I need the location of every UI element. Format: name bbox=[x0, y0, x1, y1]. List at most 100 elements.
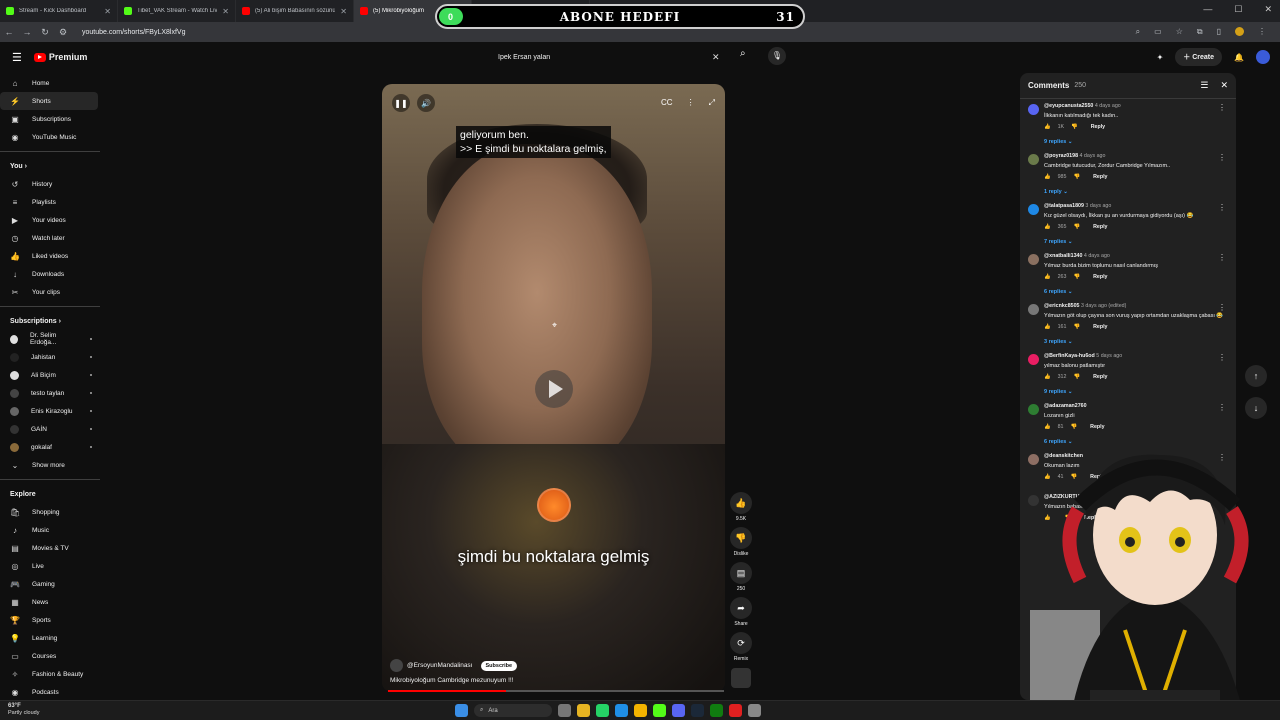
commenter-avatar[interactable] bbox=[1028, 154, 1039, 165]
extension-icon[interactable]: ✦ bbox=[1157, 53, 1164, 62]
search-icon[interactable]: ⌕ bbox=[740, 48, 746, 59]
comment-like-icon[interactable]: 👍 bbox=[1044, 124, 1051, 130]
edge-icon[interactable] bbox=[615, 704, 628, 717]
pause-icon[interactable]: ❚❚ bbox=[392, 94, 410, 112]
view-replies-button[interactable]: 1 reply ⌄ bbox=[1044, 189, 1228, 195]
site-info-icon[interactable]: ⚙ bbox=[54, 27, 72, 38]
comment-dislike-icon[interactable]: 👎 bbox=[1073, 374, 1080, 380]
comment-like-icon[interactable]: 👍 bbox=[1044, 424, 1051, 430]
comment-like-icon[interactable]: 👍 bbox=[1044, 274, 1051, 280]
subscribe-button[interactable]: Subscribe bbox=[480, 660, 518, 671]
reply-button[interactable]: Reply bbox=[1093, 274, 1107, 280]
more-options-icon[interactable]: ⋮ bbox=[687, 98, 695, 108]
subscription-channel[interactable]: testo taylan bbox=[0, 384, 98, 402]
comment-like-icon[interactable]: 👍 bbox=[1044, 174, 1051, 180]
youtube-logo[interactable]: Premium bbox=[33, 52, 87, 62]
view-replies-button[interactable]: 6 replies ⌄ bbox=[1044, 289, 1228, 295]
reload-icon[interactable]: ↻ bbox=[36, 27, 54, 38]
back-icon[interactable]: ← bbox=[0, 27, 18, 37]
browser-tab[interactable]: Tibet_VAK Stream - Watch Live ✕ bbox=[118, 0, 236, 22]
share-icon[interactable]: ➦ bbox=[730, 597, 752, 619]
mic-icon[interactable]: 🎙 bbox=[768, 47, 786, 65]
comment-user[interactable]: @eyupcanusta2550 bbox=[1044, 103, 1093, 109]
view-replies-button[interactable]: 7 replies ⌄ bbox=[1044, 239, 1228, 245]
comment-menu-icon[interactable]: ⋮ bbox=[1218, 203, 1226, 212]
reply-button[interactable]: Reply bbox=[1093, 374, 1107, 380]
reply-button[interactable]: Reply bbox=[1093, 174, 1107, 180]
comment-user[interactable]: @talatpasa1809 bbox=[1044, 203, 1084, 209]
maximize-icon[interactable]: ☐ bbox=[1234, 4, 1242, 15]
browser-menu-icon[interactable]: ⋮ bbox=[1258, 27, 1266, 37]
comment-menu-icon[interactable]: ⋮ bbox=[1218, 253, 1226, 262]
sidebar-item[interactable]: ✧ Fashion & Beauty bbox=[0, 665, 98, 683]
notifications-icon[interactable]: 🔔 bbox=[1234, 53, 1244, 62]
comment-like-icon[interactable]: 👍 bbox=[1044, 224, 1051, 230]
comment-menu-icon[interactable]: ⋮ bbox=[1218, 403, 1226, 412]
sidebar-item[interactable]: ⌂ Home bbox=[0, 74, 98, 92]
sidebar-item[interactable]: ◷ Watch later bbox=[0, 229, 98, 247]
commenter-avatar[interactable] bbox=[1028, 404, 1039, 415]
view-replies-button[interactable]: 9 replies ⌄ bbox=[1044, 139, 1228, 145]
comment-menu-icon[interactable]: ⋮ bbox=[1218, 103, 1226, 112]
sidepanel-icon[interactable]: ▯ bbox=[1217, 27, 1221, 37]
weather-widget[interactable]: 63°F Partly cloudy bbox=[8, 703, 40, 717]
close-window-icon[interactable]: ✕ bbox=[1264, 4, 1272, 15]
comment-dislike-icon[interactable]: 👎 bbox=[1073, 224, 1080, 230]
sidebar-item[interactable]: ▦ News bbox=[0, 593, 98, 611]
subscriptions-section-header[interactable]: Subscriptions › bbox=[0, 312, 104, 330]
sidebar-item[interactable]: ▤ Movies & TV bbox=[0, 539, 98, 557]
minimize-icon[interactable]: — bbox=[1203, 4, 1212, 15]
volume-icon[interactable]: 🔊 bbox=[417, 94, 435, 112]
subscription-channel[interactable]: Jahistan bbox=[0, 348, 98, 366]
comment-menu-icon[interactable]: ⋮ bbox=[1218, 153, 1226, 162]
close-tab-icon[interactable]: ✕ bbox=[104, 7, 111, 16]
view-replies-button[interactable]: 9 replies ⌄ bbox=[1044, 389, 1228, 395]
sidebar-item[interactable]: ▶ Your videos bbox=[0, 211, 98, 229]
account-avatar[interactable] bbox=[1256, 50, 1270, 64]
comment-dislike-icon[interactable]: 👎 bbox=[1071, 124, 1078, 130]
channel-name[interactable]: @ErsoyunMandalinası bbox=[407, 662, 473, 669]
file-explorer-icon[interactable] bbox=[577, 704, 590, 717]
xbox-icon[interactable] bbox=[710, 704, 723, 717]
subscription-channel[interactable]: Enis Kirazoglu bbox=[0, 402, 98, 420]
you-section-header[interactable]: You › bbox=[0, 157, 104, 175]
next-short-icon[interactable]: ↓ bbox=[1245, 397, 1267, 419]
cast-icon[interactable]: ▭ bbox=[1154, 27, 1162, 37]
reply-button[interactable]: Reply bbox=[1093, 324, 1107, 330]
clear-search-icon[interactable]: ✕ bbox=[712, 52, 720, 63]
comment-user[interactable]: @BerfinKaya-hu6od bbox=[1044, 353, 1095, 359]
sidebar-item[interactable]: ↓ Downloads bbox=[0, 265, 98, 283]
comment-icon[interactable]: ▤ bbox=[730, 562, 752, 584]
sidebar-item[interactable]: ✂ Your clips bbox=[0, 283, 98, 301]
sidebar-item[interactable]: 🛍 Shopping bbox=[0, 503, 98, 521]
comment-user[interactable]: @ericnkc8505 bbox=[1044, 303, 1080, 309]
comment-user[interactable]: @xnatballi1340 bbox=[1044, 253, 1082, 259]
browser-tab[interactable]: (5) Ali bişim Babasının sözünü h ✕ bbox=[236, 0, 354, 22]
chrome-icon[interactable] bbox=[634, 704, 647, 717]
commenter-avatar[interactable] bbox=[1028, 304, 1039, 315]
play-icon[interactable] bbox=[535, 370, 573, 408]
captions-icon[interactable]: CC bbox=[661, 98, 673, 108]
close-comments-icon[interactable]: ✕ bbox=[1220, 80, 1228, 91]
search-input[interactable] bbox=[492, 53, 712, 61]
video-progress-bar[interactable] bbox=[388, 690, 724, 692]
video-title[interactable]: Mikrobiyoloğum Cambridge mezunuyum !!! bbox=[390, 677, 710, 684]
channel-avatar[interactable] bbox=[390, 659, 403, 672]
remix-icon[interactable]: ⟳ bbox=[730, 632, 752, 654]
kick-icon[interactable] bbox=[653, 704, 666, 717]
like-icon[interactable]: 👍 bbox=[730, 492, 752, 514]
comment-dislike-icon[interactable]: 👎 bbox=[1073, 174, 1080, 180]
whatsapp-icon[interactable] bbox=[596, 704, 609, 717]
close-tab-icon[interactable]: ✕ bbox=[222, 7, 229, 16]
sidebar-item[interactable]: ⚡ Shorts bbox=[0, 92, 98, 110]
sidebar-item[interactable]: ◉ Podcasts bbox=[0, 683, 98, 701]
url-field[interactable]: youtube.com/shorts/FByLX8lxfVg bbox=[82, 29, 186, 36]
fullscreen-icon[interactable]: ⤢ bbox=[709, 98, 715, 108]
commenter-avatar[interactable] bbox=[1028, 104, 1039, 115]
sidebar-item[interactable]: ◎ Live bbox=[0, 557, 98, 575]
previous-short-icon[interactable]: ↑ bbox=[1245, 365, 1267, 387]
menu-icon[interactable]: ☰ bbox=[12, 51, 22, 64]
comment-dislike-icon[interactable]: 👎 bbox=[1071, 424, 1078, 430]
subscription-channel[interactable]: gokalaf bbox=[0, 438, 98, 456]
bookmark-star-icon[interactable]: ☆ bbox=[1176, 27, 1183, 37]
